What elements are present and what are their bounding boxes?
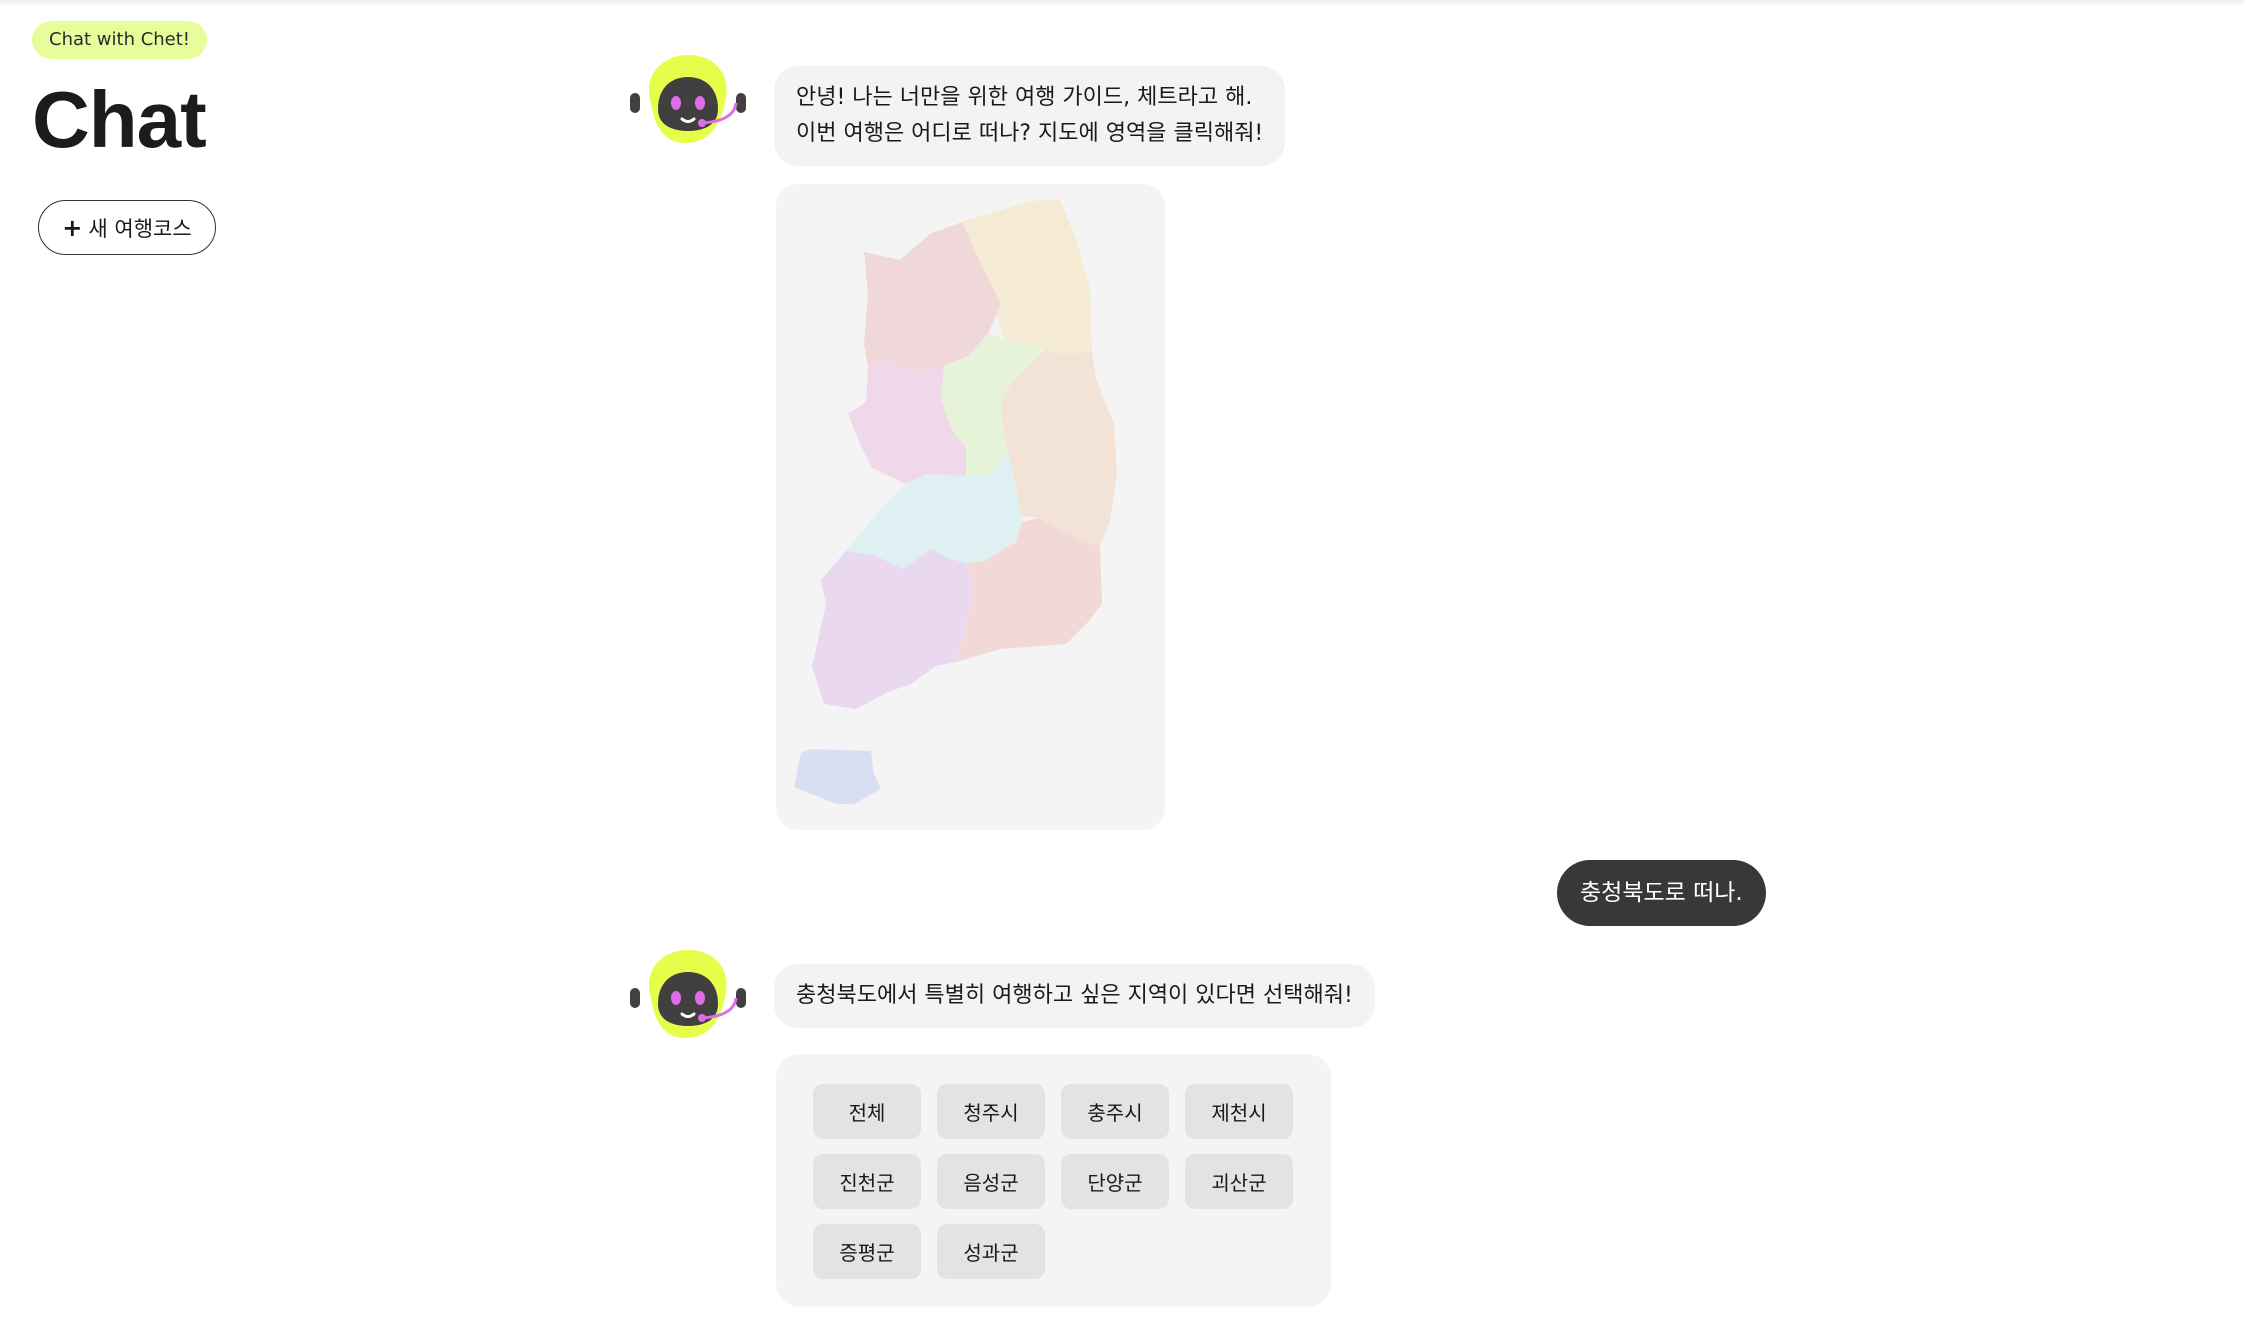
region-option[interactable]: 제천시 [1185, 1084, 1293, 1139]
map-region-jeju[interactable] [794, 749, 881, 804]
region-option[interactable]: 충주시 [1061, 1084, 1169, 1139]
region-options-card: 전체 청주시 충주시 제천시 진천군 음성군 단양군 괴산군 증평군 성과군 [776, 1054, 1331, 1307]
region-option[interactable]: 괴산군 [1185, 1154, 1293, 1209]
robot-avatar-icon [630, 51, 746, 147]
robot-avatar-icon [630, 946, 746, 1042]
region-option[interactable]: 단양군 [1061, 1154, 1169, 1209]
region-option[interactable]: 청주시 [937, 1084, 1045, 1139]
region-option[interactable]: 진천군 [813, 1154, 921, 1209]
page-title: Chat [32, 75, 207, 164]
region-option[interactable]: 음성군 [937, 1154, 1045, 1209]
bot-message-region-prompt: 충청북도에서 특별히 여행하고 싶은 지역이 있다면 선택해줘! [774, 964, 1375, 1028]
map-region-jeonnam[interactable] [812, 549, 974, 709]
user-message: 충청북도로 떠나. [1557, 860, 1766, 926]
bot-message-line: 이번 여행은 어디로 떠나? 지도에 영역을 클릭해줘! [796, 121, 1264, 146]
korea-map [794, 199, 1117, 804]
korea-map-card [776, 184, 1165, 830]
region-option[interactable]: 성과군 [937, 1224, 1045, 1279]
top-shadow [0, 0, 2244, 6]
bot-message-greeting: 안녕! 나는 너만을 위한 여행 가이드, 체트라고 해. 이번 여행은 어디로… [774, 66, 1286, 166]
region-option[interactable]: 증평군 [813, 1224, 921, 1279]
bot-message-line: 안녕! 나는 너만을 위한 여행 가이드, 체트라고 해. [796, 85, 1253, 110]
plus-icon: + [62, 213, 83, 242]
new-course-label: 새 여행코스 [88, 216, 192, 241]
app-badge: Chat with Chet! [32, 21, 208, 59]
region-option[interactable]: 전체 [813, 1084, 921, 1139]
new-course-button[interactable]: + 새 여행코스 [38, 200, 216, 255]
